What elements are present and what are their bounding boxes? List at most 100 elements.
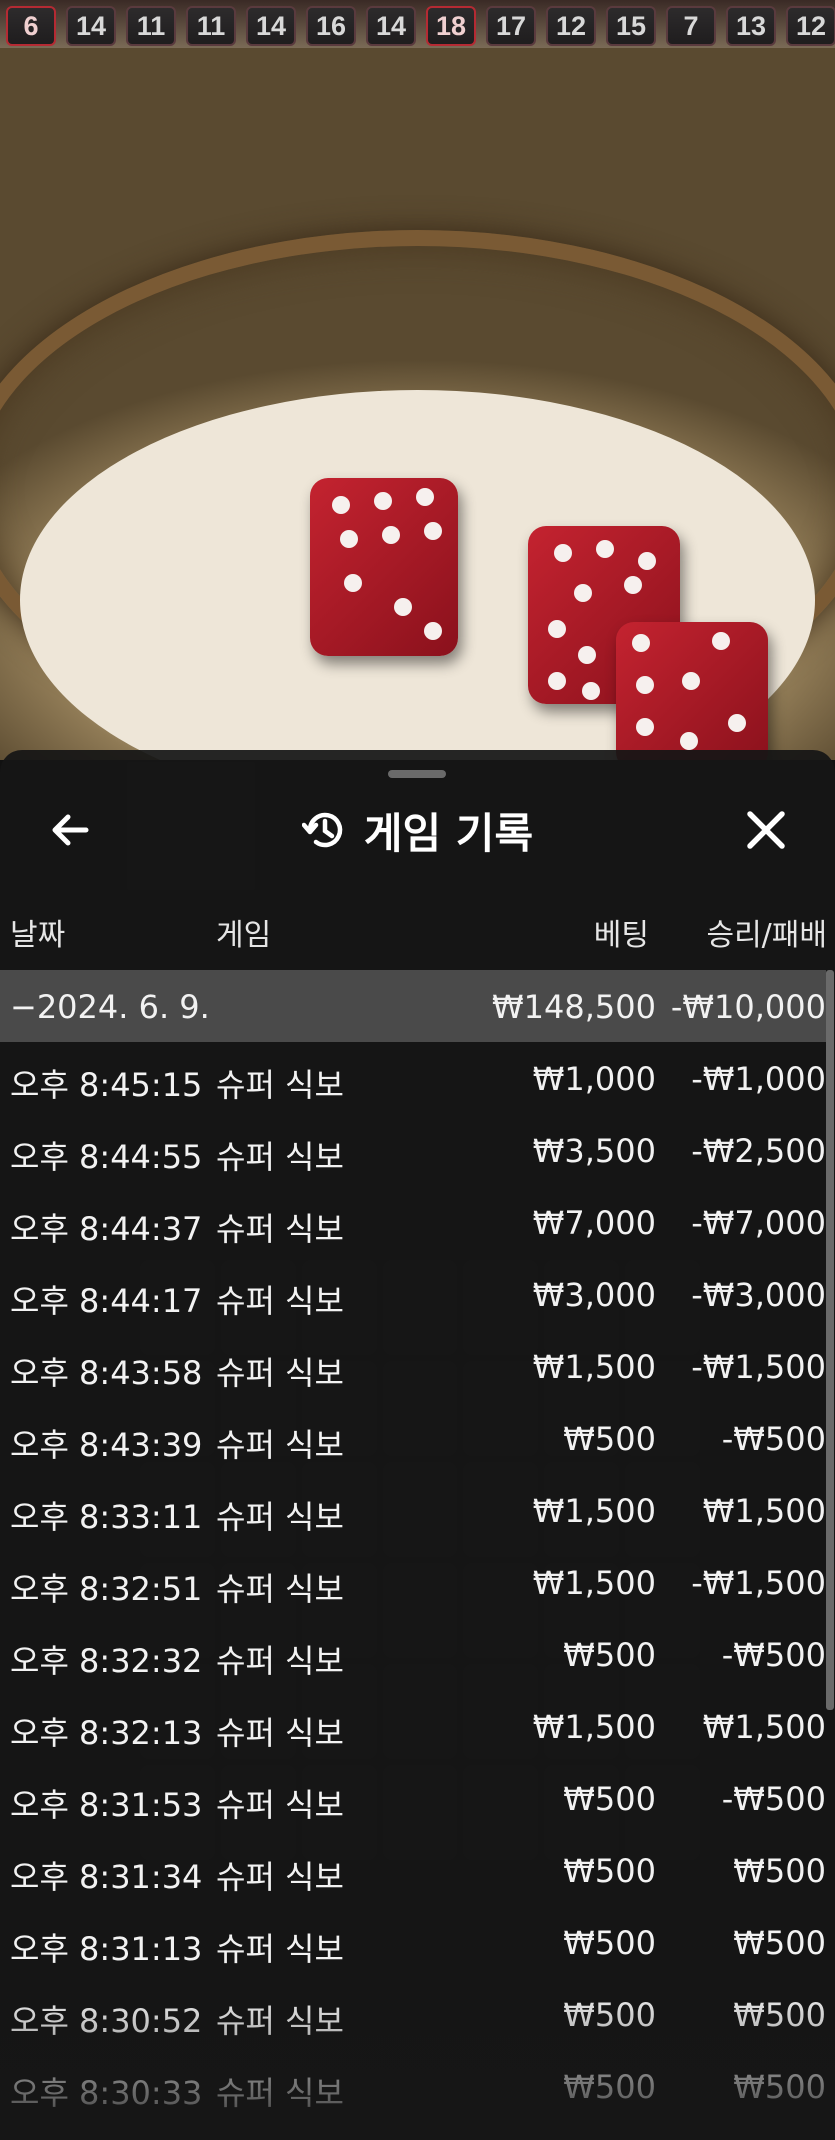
history-row[interactable]: 오후 8:32:13 슈퍼 식보 ₩1,500 ₩1,500	[0, 1690, 826, 1762]
row-game: 슈퍼 식보	[216, 1570, 344, 1608]
row-time: 오후 8:31:13	[10, 1930, 203, 1968]
history-row[interactable]: 오후 8:44:37 슈퍼 식보 ₩7,000 -₩7,000	[0, 1186, 826, 1258]
row-win-loss: -₩1,500	[691, 1348, 826, 1386]
row-game: 슈퍼 식보	[216, 1282, 344, 1320]
die	[616, 622, 768, 760]
close-icon	[747, 811, 785, 849]
row-time: 오후 8:32:32	[10, 1642, 203, 1680]
recent-results-strip: 6 14 11 11 14 16 14 18 17 12 15 7 13 12	[0, 0, 835, 48]
row-game: 슈퍼 식보	[216, 1066, 344, 1104]
row-bet: ₩1,500	[532, 1708, 656, 1746]
row-win-loss: -₩1,000	[691, 1060, 826, 1098]
column-header-bet[interactable]: 베팅	[594, 910, 649, 954]
history-row[interactable]: 오후 8:32:32 슈퍼 식보 ₩500 -₩500	[0, 1618, 826, 1690]
history-scrollbar[interactable]	[826, 970, 834, 1710]
row-bet: ₩1,500	[532, 1564, 656, 1602]
history-row[interactable]: 오후 8:31:34 슈퍼 식보 ₩500 ₩500	[0, 1834, 826, 1906]
result-chip: 13	[726, 6, 776, 46]
row-time: 오후 8:44:55	[10, 1138, 203, 1176]
sheet-drag-handle[interactable]	[388, 770, 446, 778]
history-row[interactable]: 오후 8:44:17 슈퍼 식보 ₩3,000 -₩3,000	[0, 1258, 826, 1330]
row-win-loss: -₩3,000	[691, 1276, 826, 1314]
row-game: 슈퍼 식보	[216, 1138, 344, 1176]
result-chip: 18	[426, 6, 476, 46]
row-win-loss: -₩500	[721, 1636, 826, 1674]
close-button[interactable]	[734, 798, 798, 862]
column-header-game[interactable]: 게임	[216, 910, 271, 954]
history-row[interactable]: 오후 8:33:11 슈퍼 식보 ₩1,500 ₩1,500	[0, 1474, 826, 1546]
row-time: 오후 8:43:39	[10, 1426, 203, 1464]
die	[310, 478, 458, 656]
row-win-loss: -₩1,500	[691, 1564, 826, 1602]
row-game: 슈퍼 식보	[216, 1786, 344, 1824]
row-bet: ₩1,000	[532, 1060, 656, 1098]
row-bet: ₩500	[563, 1924, 656, 1962]
history-row[interactable]: 오후 8:43:39 슈퍼 식보 ₩500 -₩500	[0, 1402, 826, 1474]
result-chip: 14	[66, 6, 116, 46]
result-chip: 7	[666, 6, 716, 46]
row-game: 슈퍼 식보	[216, 1354, 344, 1392]
game-history-sheet: 게임 기록 날짜 게임 베팅 승리/패배 −2024. 6. 9. ₩148,5…	[0, 750, 835, 2140]
row-win-loss: ₩1,500	[702, 1708, 826, 1746]
date-summary-row[interactable]: −2024. 6. 9. ₩148,500 -₩10,000	[0, 970, 826, 1042]
row-game: 슈퍼 식보	[216, 1498, 344, 1536]
history-row[interactable]: 오후 8:44:55 슈퍼 식보 ₩3,500 -₩2,500	[0, 1114, 826, 1186]
row-time: 오후 8:32:13	[10, 1714, 203, 1752]
row-win-loss: -₩500	[721, 1420, 826, 1458]
row-game: 슈퍼 식보	[216, 1426, 344, 1464]
result-chip: 11	[186, 6, 236, 46]
result-chip: 16	[306, 6, 356, 46]
history-list[interactable]: −2024. 6. 9. ₩148,500 -₩10,000 오후 8:45:1…	[0, 970, 826, 2122]
result-chip: 12	[786, 6, 835, 46]
row-time: 오후 8:45:15	[10, 1066, 203, 1104]
row-game: 슈퍼 식보	[216, 1930, 344, 1968]
result-chip: 12	[546, 6, 596, 46]
row-win-loss: ₩500	[733, 1852, 826, 1890]
row-win-loss: ₩500	[733, 1924, 826, 1962]
row-game: 슈퍼 식보	[216, 1642, 344, 1680]
row-bet: ₩500	[563, 1420, 656, 1458]
row-time: 오후 8:44:37	[10, 1210, 203, 1248]
result-chip: 11	[126, 6, 176, 46]
row-bet: ₩1,500	[532, 1348, 656, 1386]
row-win-loss: -₩7,000	[691, 1204, 826, 1242]
row-bet: ₩7,000	[532, 1204, 656, 1242]
result-chip: 15	[606, 6, 656, 46]
row-game: 슈퍼 식보	[216, 1858, 344, 1896]
row-win-loss: -₩500	[721, 1780, 826, 1818]
row-time: 오후 8:44:17	[10, 1282, 203, 1320]
row-bet: ₩500	[563, 1636, 656, 1674]
history-icon	[301, 812, 343, 848]
row-time: 오후 8:43:58	[10, 1354, 203, 1392]
row-bet: ₩500	[563, 1780, 656, 1818]
history-column-headers: 날짜 게임 베팅 승리/패배	[0, 910, 835, 964]
summary-date: −2024. 6. 9.	[10, 988, 210, 1026]
history-row[interactable]: 오후 8:31:53 슈퍼 식보 ₩500 -₩500	[0, 1762, 826, 1834]
sheet-header: 게임 기록	[0, 790, 835, 870]
result-chip: 14	[246, 6, 296, 46]
row-win-loss: -₩2,500	[691, 1132, 826, 1170]
sheet-title: 게임 기록	[363, 808, 534, 858]
column-header-win-loss[interactable]: 승리/패배	[706, 910, 827, 954]
history-row[interactable]: 오후 8:45:15 슈퍼 식보 ₩1,000 -₩1,000	[0, 1042, 826, 1114]
row-bet: ₩3,000	[532, 1276, 656, 1314]
history-row[interactable]: 오후 8:31:13 슈퍼 식보 ₩500 ₩500	[0, 1906, 826, 1978]
row-bet: ₩3,500	[532, 1132, 656, 1170]
result-chip: 14	[366, 6, 416, 46]
row-game: 슈퍼 식보	[216, 1714, 344, 1752]
row-time: 오후 8:32:51	[10, 1570, 203, 1608]
row-bet: ₩500	[563, 1852, 656, 1890]
result-chip: 6	[6, 6, 56, 46]
summary-win-loss-total: -₩10,000	[670, 988, 826, 1026]
row-win-loss: ₩1,500	[702, 1492, 826, 1530]
row-bet: ₩1,500	[532, 1492, 656, 1530]
row-time: 오후 8:31:53	[10, 1786, 203, 1824]
row-game: 슈퍼 식보	[216, 1210, 344, 1248]
row-time: 오후 8:31:34	[10, 1858, 203, 1896]
game-video	[0, 0, 835, 760]
history-row[interactable]: 오후 8:43:58 슈퍼 식보 ₩1,500 -₩1,500	[0, 1330, 826, 1402]
row-time: 오후 8:33:11	[10, 1498, 203, 1536]
history-row[interactable]: 오후 8:32:51 슈퍼 식보 ₩1,500 -₩1,500	[0, 1546, 826, 1618]
column-header-date[interactable]: 날짜	[10, 910, 65, 954]
result-chip: 17	[486, 6, 536, 46]
